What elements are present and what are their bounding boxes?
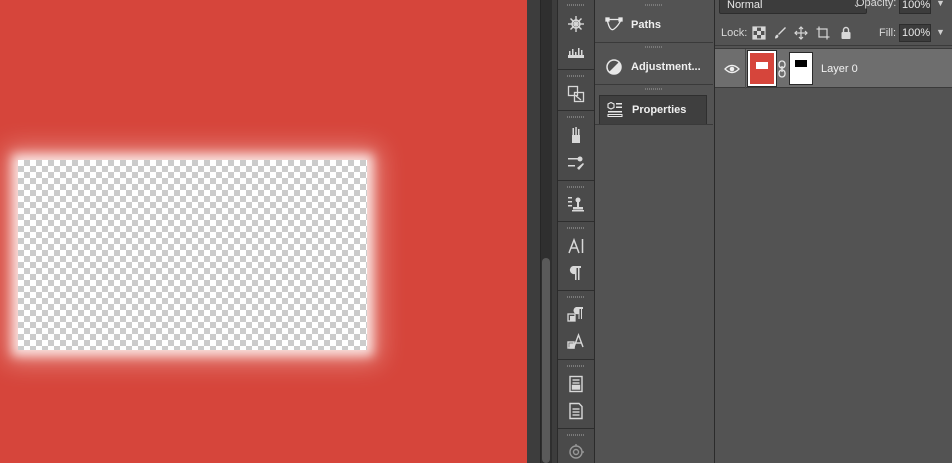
blend-mode-row: Normal ⌄ Opacity: 100% ▼ — [715, 0, 952, 14]
lock-artboard-icon[interactable] — [815, 25, 831, 41]
visibility-eye-icon[interactable] — [724, 61, 740, 77]
blend-mode-value: Normal — [727, 0, 763, 11]
tab-properties-label: Properties — [632, 104, 687, 116]
panel-divider — [595, 42, 713, 43]
layer-row[interactable]: Layer 0 — [715, 48, 952, 89]
clone-source-icon[interactable] — [566, 84, 586, 104]
paths-icon — [605, 17, 623, 31]
panel-divider — [595, 124, 713, 125]
opacity-label: Opacity: — [856, 0, 897, 9]
opacity-dropdown-icon[interactable]: ▼ — [936, 0, 945, 8]
layer-name[interactable]: Layer 0 — [821, 63, 858, 75]
icon-group-1 — [558, 0, 594, 70]
group-grip[interactable] — [567, 227, 585, 229]
icon-group-2 — [558, 71, 594, 111]
lock-position-icon[interactable] — [793, 25, 809, 41]
group-grip[interactable] — [567, 186, 585, 188]
layer-mask-content — [795, 60, 807, 67]
group-grip[interactable] — [567, 365, 585, 367]
fill-label: Fill: — [879, 27, 897, 39]
transparent-selection-area — [18, 160, 367, 350]
tab-properties[interactable]: Properties — [599, 95, 707, 125]
group-grip[interactable] — [567, 434, 585, 436]
notes-icon[interactable] — [566, 374, 586, 394]
fill-dropdown-icon[interactable]: ▼ — [936, 27, 945, 37]
icon-group-7 — [558, 361, 594, 429]
tab-adjustments-label: Adjustment... — [631, 61, 701, 73]
icon-group-4 — [558, 182, 594, 222]
properties-icon — [607, 101, 623, 117]
lock-all-icon[interactable] — [838, 25, 854, 41]
paragraph-icon[interactable] — [566, 263, 586, 283]
document-canvas[interactable] — [0, 0, 527, 463]
navigator-icon[interactable] — [566, 14, 586, 34]
lock-label: Lock: — [721, 27, 748, 39]
paragraph-styles-icon[interactable] — [566, 305, 586, 325]
link-chain-icon[interactable] — [777, 60, 787, 78]
icon-group-5 — [558, 223, 594, 291]
icon-group-6 — [558, 292, 594, 360]
brushes-icon[interactable] — [566, 125, 586, 145]
panel-grip[interactable] — [645, 88, 663, 90]
tab-paths-label: Paths — [631, 19, 661, 31]
lock-image-icon[interactable] — [772, 25, 788, 41]
tab-paths[interactable]: Paths — [599, 10, 707, 40]
group-grip[interactable] — [567, 75, 585, 77]
panels-column: Paths Adjustment... Properties — [595, 0, 715, 463]
lock-transparent-icon[interactable] — [751, 25, 767, 41]
tool-presets-icon[interactable] — [566, 194, 586, 214]
lock-row: Lock: Fill: 100% ▼ — [715, 20, 952, 46]
layer-thumbnail[interactable] — [747, 50, 777, 87]
character-styles-icon[interactable] — [566, 332, 586, 352]
panel-grip[interactable] — [645, 46, 663, 48]
panel-grip[interactable] — [645, 4, 663, 6]
panel-icon-strip — [557, 0, 595, 463]
layer-thumbnail-content — [756, 62, 768, 69]
scrollbar-thumb[interactable] — [542, 258, 550, 463]
info-icon[interactable] — [566, 401, 586, 421]
adjustments-icon — [606, 59, 622, 75]
layer-mask-thumbnail[interactable] — [789, 52, 813, 85]
layers-panel: Normal ⌄ Opacity: 100% ▼ Lock: Fill: 100… — [715, 0, 952, 463]
brush-settings-icon[interactable] — [566, 153, 586, 173]
group-grip[interactable] — [567, 296, 585, 298]
blend-mode-select[interactable]: Normal ⌄ — [719, 0, 867, 14]
visibility-divider — [745, 49, 746, 89]
fill-input[interactable]: 100% — [899, 24, 931, 42]
3d-icon[interactable] — [566, 442, 586, 462]
histogram-icon[interactable] — [566, 42, 586, 62]
opacity-input[interactable]: 100% — [899, 0, 931, 14]
icon-group-3 — [558, 112, 594, 181]
icon-group-8 — [558, 430, 594, 463]
group-grip[interactable] — [567, 116, 585, 118]
character-icon[interactable] — [566, 236, 586, 256]
group-grip[interactable] — [567, 4, 585, 6]
tab-adjustments[interactable]: Adjustment... — [599, 52, 707, 82]
panel-divider — [595, 84, 713, 85]
